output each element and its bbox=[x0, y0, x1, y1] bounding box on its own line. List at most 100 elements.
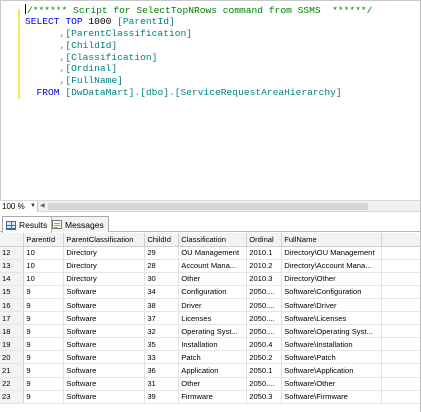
row-number-cell[interactable]: 12 bbox=[0, 246, 25, 260]
row-number-cell[interactable]: 13 bbox=[0, 259, 25, 273]
table-row[interactable]: 23 9 Software 39 Firmware 2050.3 Software\Firm… bbox=[0, 390, 421, 404]
sql-code[interactable]: /****** Script for SelectTopNRows comman… bbox=[25, 4, 372, 99]
table-cell[interactable]: Directory\Account Mana... bbox=[281, 259, 383, 273]
table-row[interactable]: 14 10 Directory 30 Other 2010.3 Directory\Othe… bbox=[0, 272, 421, 286]
table-cell[interactable]: 9 bbox=[23, 324, 65, 339]
row-number-header[interactable] bbox=[0, 233, 25, 247]
row-number-cell[interactable]: 16 bbox=[0, 298, 25, 313]
table-cell[interactable]: 2050.... bbox=[246, 285, 283, 299]
table-cell[interactable]: 10 bbox=[23, 246, 65, 260]
table-cell[interactable]: 2050.... bbox=[246, 298, 283, 313]
table-cell[interactable]: Software bbox=[63, 377, 146, 391]
table-cell[interactable]: Other bbox=[178, 272, 248, 286]
table-cell[interactable]: Patch bbox=[178, 350, 248, 365]
table-row[interactable]: 19 9 Software 35 Installation 2050.4 Software\… bbox=[0, 337, 421, 352]
row-number-cell[interactable]: 20 bbox=[0, 350, 25, 365]
table-cell[interactable]: Software bbox=[63, 363, 146, 378]
column-header[interactable] bbox=[381, 233, 421, 247]
table-cell[interactable]: Software bbox=[63, 350, 146, 365]
table-cell[interactable]: OU Management bbox=[178, 246, 248, 260]
results-grid[interactable]: ParentId ParentClassification ChildId Class… bbox=[0, 233, 421, 412]
table-cell[interactable]: 38 bbox=[144, 298, 180, 313]
column-header[interactable]: FullName bbox=[281, 233, 383, 247]
table-cell[interactable]: Software bbox=[63, 337, 146, 352]
table-cell[interactable]: Software bbox=[63, 285, 146, 299]
table-cell[interactable]: 2050.2 bbox=[246, 350, 283, 365]
table-cell[interactable]: Directory bbox=[63, 246, 146, 260]
table-cell[interactable]: Directory\OU Management bbox=[281, 246, 383, 260]
row-number-cell[interactable]: 14 bbox=[0, 272, 25, 286]
row-number-cell[interactable]: 21 bbox=[0, 363, 25, 378]
table-cell[interactable]: Software\Firmware bbox=[281, 390, 383, 404]
table-cell[interactable]: Account Mana... bbox=[178, 259, 248, 273]
tab-results[interactable]: Results bbox=[2, 216, 53, 233]
table-row[interactable]: 16 9 Software 38 Driver 2050.... Software\Driv… bbox=[0, 298, 421, 313]
table-cell[interactable]: Software bbox=[63, 324, 146, 339]
table-cell[interactable]: 39 bbox=[144, 390, 180, 404]
table-cell[interactable] bbox=[381, 377, 421, 391]
table-cell[interactable]: Software bbox=[63, 390, 146, 404]
table-cell[interactable]: 28 bbox=[144, 259, 180, 273]
table-cell[interactable]: 2010.3 bbox=[246, 272, 283, 286]
row-number-cell[interactable]: 17 bbox=[0, 311, 25, 326]
table-cell[interactable] bbox=[381, 285, 421, 299]
table-cell[interactable]: 35 bbox=[144, 337, 180, 352]
table-cell[interactable]: 9 bbox=[23, 285, 65, 299]
table-cell[interactable]: Application bbox=[178, 363, 248, 378]
table-cell[interactable]: 9 bbox=[23, 298, 65, 313]
table-cell[interactable]: 37 bbox=[144, 311, 180, 326]
tab-messages[interactable]: Messages bbox=[48, 216, 109, 232]
table-cell[interactable] bbox=[381, 337, 421, 352]
table-cell[interactable]: Directory\Other bbox=[281, 272, 383, 286]
table-cell[interactable]: 2050.3 bbox=[246, 390, 283, 404]
table-cell[interactable]: 2050.... bbox=[246, 324, 283, 339]
table-cell[interactable]: Other bbox=[178, 377, 248, 391]
table-row[interactable]: 18 9 Software 32 Operating Syst... 2050.... So… bbox=[0, 324, 421, 339]
table-cell[interactable] bbox=[381, 272, 421, 286]
table-row[interactable]: 20 9 Software 33 Patch 2050.2 Software\Patch bbox=[0, 350, 421, 365]
table-cell[interactable]: 30 bbox=[144, 272, 180, 286]
table-cell[interactable]: 9 bbox=[23, 311, 65, 326]
table-cell[interactable]: 2050.1 bbox=[246, 363, 283, 378]
table-cell[interactable]: Directory bbox=[63, 272, 146, 286]
table-cell[interactable] bbox=[381, 259, 421, 273]
table-row[interactable]: 21 9 Software 36 Application 2050.1 Software\A… bbox=[0, 363, 421, 378]
horizontal-scrollbar-thumb[interactable] bbox=[48, 203, 368, 210]
table-cell[interactable]: Software\Patch bbox=[281, 350, 383, 365]
table-cell[interactable]: 10 bbox=[23, 272, 65, 286]
column-header[interactable]: ParentId bbox=[23, 233, 65, 247]
table-cell[interactable]: Software\Operating Syst... bbox=[281, 324, 383, 339]
table-cell[interactable]: Software bbox=[63, 311, 146, 326]
table-cell[interactable]: 31 bbox=[144, 377, 180, 391]
query-editor[interactable]: /****** Script for SelectTopNRows comman… bbox=[0, 0, 421, 200]
row-number-cell[interactable]: 23 bbox=[0, 390, 25, 404]
table-row[interactable]: 15 9 Software 34 Configuration 2050.... Softwa… bbox=[0, 285, 421, 299]
table-cell[interactable]: Licenses bbox=[178, 311, 248, 326]
table-cell[interactable]: 36 bbox=[144, 363, 180, 378]
table-cell[interactable] bbox=[381, 363, 421, 378]
row-number-cell[interactable]: 19 bbox=[0, 337, 25, 352]
column-header[interactable]: Ordinal bbox=[246, 233, 283, 247]
table-row[interactable]: 12 10 Directory 29 OU Management 2010.1 Direct… bbox=[0, 246, 421, 260]
table-cell[interactable] bbox=[381, 350, 421, 365]
chevron-down-icon[interactable]: ▼ bbox=[30, 201, 36, 212]
table-cell[interactable]: 9 bbox=[23, 390, 65, 404]
table-cell[interactable]: Firmware bbox=[178, 390, 248, 404]
table-cell[interactable]: 9 bbox=[23, 350, 65, 365]
table-row[interactable]: 17 9 Software 37 Licenses 2050.... Software\Li… bbox=[0, 311, 421, 326]
table-cell[interactable]: 2050.4 bbox=[246, 337, 283, 352]
table-cell[interactable]: Software\Configuration bbox=[281, 285, 383, 299]
table-cell[interactable]: 9 bbox=[23, 337, 65, 352]
row-number-cell[interactable]: 22 bbox=[0, 377, 25, 391]
table-cell[interactable]: 2050.... bbox=[246, 377, 283, 391]
table-cell[interactable] bbox=[381, 390, 421, 404]
column-header[interactable]: Classification bbox=[178, 233, 248, 247]
row-number-cell[interactable]: 15 bbox=[0, 285, 25, 299]
table-row[interactable]: 13 10 Directory 28 Account Mana... 2010.2 Dire… bbox=[0, 259, 421, 273]
table-cell[interactable] bbox=[381, 311, 421, 326]
table-cell[interactable] bbox=[381, 324, 421, 339]
table-cell[interactable] bbox=[381, 298, 421, 313]
table-cell[interactable]: 10 bbox=[23, 259, 65, 273]
table-cell[interactable]: Operating Syst... bbox=[178, 324, 248, 339]
table-cell[interactable]: 33 bbox=[144, 350, 180, 365]
